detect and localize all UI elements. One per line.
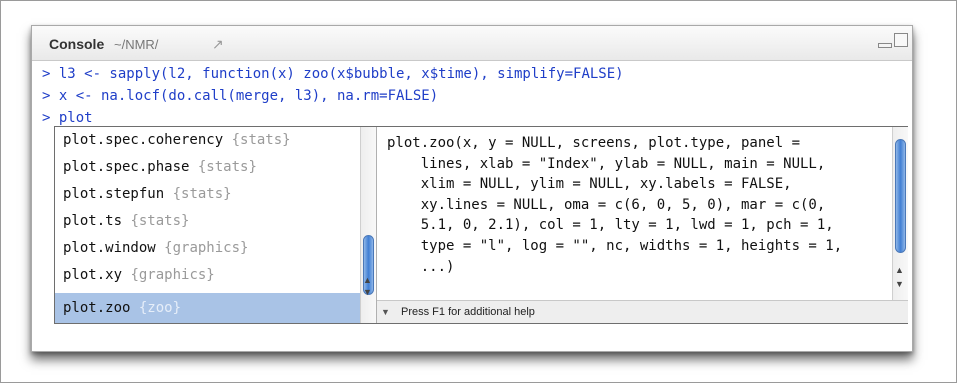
completion-name: plot.stepfun bbox=[63, 186, 165, 202]
completion-item[interactable]: plot.ts {stats} bbox=[55, 208, 360, 235]
completion-name: plot.zoo bbox=[63, 300, 131, 316]
completion-scroll-thumb[interactable] bbox=[363, 235, 374, 295]
console-input-text: > plot bbox=[42, 110, 93, 126]
completion-name: plot.window bbox=[63, 240, 156, 256]
console-pane: Console ~/NMR/ ↗ > l3 <- sapply(l2, func… bbox=[31, 25, 913, 352]
autocomplete-popup: plot.spec.coherency {stats} plot.spec.ph… bbox=[54, 126, 908, 324]
scroll-up-arrow-icon[interactable]: ▲ bbox=[895, 265, 904, 275]
go-to-directory-icon[interactable]: ↗ bbox=[212, 36, 224, 53]
help-hint: Press F1 for additional help bbox=[401, 306, 535, 318]
help-panel: plot.zoo(x, y = NULL, screens, plot.type… bbox=[376, 127, 908, 323]
console-line: > x <- na.locf(do.call(merge, l3), na.rm… bbox=[42, 88, 439, 104]
working-directory: ~/NMR/ bbox=[114, 37, 159, 52]
completion-item[interactable]: plot.stepfun {stats} bbox=[55, 181, 360, 208]
scroll-down-arrow-icon[interactable]: ▼ bbox=[895, 279, 904, 289]
maximize-pane-icon[interactable] bbox=[894, 33, 908, 47]
completion-item-selected[interactable]: plot.zoo {zoo} bbox=[55, 293, 360, 323]
completion-list-scrollbar[interactable]: ▲ ▼ bbox=[360, 127, 376, 323]
completion-package: {graphics} bbox=[164, 240, 249, 256]
console-title: Console bbox=[49, 36, 105, 52]
completion-item[interactable]: plot.xy {graphics} bbox=[55, 262, 360, 289]
console-header: Console ~/NMR/ ↗ bbox=[32, 26, 912, 61]
minimize-pane-icon[interactable] bbox=[878, 43, 892, 48]
completion-package: {zoo} bbox=[138, 300, 182, 316]
expand-help-icon[interactable]: ▼ bbox=[381, 307, 390, 317]
completion-name: plot.ts bbox=[63, 213, 123, 229]
completion-package: {stats} bbox=[130, 213, 190, 229]
scroll-down-arrow-icon[interactable]: ▼ bbox=[363, 287, 372, 297]
screenshot-frame: Console ~/NMR/ ↗ > l3 <- sapply(l2, func… bbox=[0, 0, 957, 383]
completion-item[interactable]: plot.spec.coherency {stats} bbox=[55, 127, 360, 154]
completion-name: plot.spec.phase bbox=[63, 159, 190, 175]
console-input-line[interactable]: > plot bbox=[42, 110, 93, 126]
completion-item[interactable]: plot.spec.phase {stats} bbox=[55, 154, 360, 181]
help-footer: ▼ Press F1 for additional help bbox=[377, 300, 908, 323]
completion-package: {stats} bbox=[231, 132, 291, 148]
completion-package: {stats} bbox=[172, 186, 232, 202]
function-signature: plot.zoo(x, y = NULL, screens, plot.type… bbox=[387, 135, 843, 275]
completion-item[interactable]: plot.window {graphics} bbox=[55, 235, 360, 262]
scroll-up-arrow-icon[interactable]: ▲ bbox=[363, 275, 372, 285]
completion-package: {graphics} bbox=[130, 267, 215, 283]
completion-name: plot.xy bbox=[63, 267, 123, 283]
completion-package: {stats} bbox=[197, 159, 257, 175]
help-scrollbar[interactable]: ▲ ▼ bbox=[892, 127, 908, 301]
console-line: > l3 <- sapply(l2, function(x) zoo(x$bub… bbox=[42, 66, 624, 82]
help-scroll-thumb[interactable] bbox=[895, 139, 906, 253]
completion-name: plot.spec.coherency bbox=[63, 132, 224, 148]
completion-list[interactable]: plot.spec.coherency {stats} plot.spec.ph… bbox=[55, 127, 360, 323]
